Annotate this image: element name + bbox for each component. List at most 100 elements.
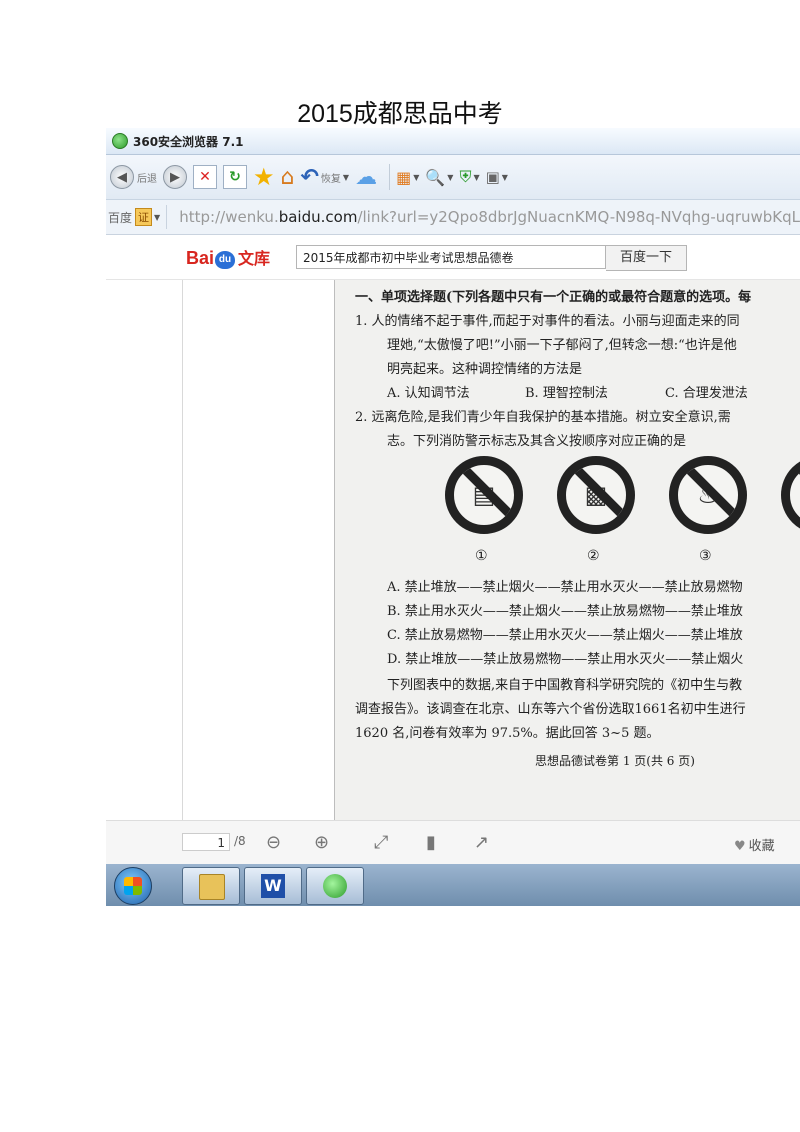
logo-text-right: 文库 — [238, 251, 271, 268]
question-1-line-3: 明亮起来。这种调控情绪的方法是 — [387, 362, 583, 377]
apps-button[interactable]: ▦ ▼ — [396, 162, 419, 192]
taskbar-wps[interactable]: W — [244, 867, 302, 905]
search-engine-selector[interactable]: 百度 证 ▼ — [108, 205, 168, 229]
question-1-line-2: 理她,“太傲慢了吧!”小丽一下子郁闷了,但转念一想:“也许是他 — [387, 338, 737, 353]
sign-label-2: ② — [587, 548, 600, 564]
chevron-down-icon: ▼ — [447, 172, 454, 182]
chevron-down-icon: ▼ — [413, 172, 420, 182]
page-footer: 思想品德试卷第 1 页(共 6 页) — [535, 754, 695, 768]
browser-toolbar: ◀ 后退 ▶ ✕ ↻ ★ ⌂ ↶ 恢复 ▼ ☁ ▦ ▼ 🔍 ▼ ⛨ ▼ ▣ ▼ — [106, 155, 800, 200]
question-1-line-1: 1. 人的情绪不起于事件,而起于对事件的看法。小丽与迎面走来的同 — [355, 314, 740, 329]
favorite-label: 收藏 — [748, 839, 775, 854]
document-viewer: 一、单项选择题(下列各题中只有一个正确的或最符合题意的选项。每 1. 人的情绪不… — [106, 280, 800, 820]
section-heading: 一、单项选择题(下列各题中只有一个正确的或最符合题意的选项。每 — [355, 290, 752, 305]
apps-grid-icon: ▦ — [396, 167, 412, 187]
chevron-down-icon: ▼ — [473, 172, 480, 182]
question-2-line-2: 志。下列消防警示标志及其含义按顺序对应正确的是 — [387, 434, 687, 449]
undo-label: 恢复 — [320, 173, 341, 185]
share-icon[interactable]: ↗ — [474, 832, 489, 853]
title-bar: 360安全浏览器 7.1 — [106, 128, 800, 155]
baidu-wenku-header: Bai du 文库 2015年成都市初中毕业考试思想品德卷 百度一下 — [106, 235, 800, 280]
question-2-line-1: 2. 远离危险,是我们青少年自我保护的基本措施。树立安全意识,需 — [355, 410, 731, 425]
partial-sign — [781, 456, 800, 534]
question-1-option-c: C. 合理发泄法 — [665, 386, 748, 401]
zoom-in-icon[interactable]: ⊕ — [314, 832, 329, 853]
search-engine-label: 百度 — [108, 210, 133, 225]
chevron-down-icon: ▼ — [154, 212, 161, 222]
toolbar-divider — [389, 164, 391, 190]
question-2-option-a: A. 禁止堆放——禁止烟火——禁止用水灭火——禁止放易燃物 — [387, 580, 743, 595]
back-label: 后退 — [137, 173, 157, 185]
refresh-icon: ↻ — [223, 165, 247, 189]
sign-label-3: ③ — [699, 548, 712, 564]
question-1-option-a: A. 认知调节法 — [387, 386, 470, 401]
browser-screenshot: 360安全浏览器 7.1 ◀ 后退 ▶ ✕ ↻ ★ ⌂ ↶ 恢复 ▼ ☁ ▦ ▼… — [106, 128, 800, 906]
paragraph-line-2: 调查报告》。该调查在北京、山东等六个省份选取1661名初中生进行 — [355, 702, 746, 717]
star-icon: ★ — [253, 163, 275, 191]
screenshot-button[interactable]: ▣ ▼ — [486, 162, 508, 192]
url-path: /link?url=y2Qpo8dbrJgNuacnKMQ-N98q-NVqhg… — [357, 208, 800, 226]
chevron-down-icon: ▼ — [501, 172, 508, 182]
prohibition-slash — [793, 465, 800, 525]
browser-logo-icon — [112, 133, 128, 149]
undo-close-button[interactable]: ↶ 恢复 ▼ — [300, 162, 349, 192]
paw-icon: du — [215, 251, 236, 269]
question-2-option-d: D. 禁止堆放——禁止放易燃物——禁止用水灭火——禁止烟火 — [387, 652, 744, 667]
image-icon: ▣ — [485, 168, 500, 186]
window-title: 360安全浏览器 7.1 — [133, 134, 244, 149]
chevron-down-icon: ▼ — [342, 172, 350, 182]
document-title: 2015成都思品中考 — [297, 100, 503, 128]
forward-button[interactable]: ▶ — [163, 162, 187, 192]
back-arrow-icon: ◀ — [110, 165, 134, 189]
zoom-out-icon[interactable]: ⊖ — [266, 832, 281, 853]
cloud-button[interactable]: ☁ — [355, 162, 377, 192]
taskbar-explorer[interactable] — [182, 867, 240, 905]
baidu-wenku-logo[interactable]: Bai du 文库 — [186, 245, 270, 269]
browser-icon — [323, 874, 347, 898]
home-button[interactable]: ⌂ — [281, 162, 295, 192]
forward-arrow-icon: ▶ — [163, 165, 187, 189]
viewer-toolbar: 1 /8 ⊖ ⊕ ⤢ ▮ ↗ ♥ 收藏 — [106, 820, 800, 865]
start-button[interactable] — [114, 867, 152, 905]
favorites-button[interactable]: ★ — [253, 162, 275, 192]
logo-text-left: Bai — [186, 248, 215, 268]
security-button[interactable]: ⛨ ▼ — [459, 162, 479, 192]
no-flammables-sign: ▩ — [557, 456, 635, 534]
question-1-option-b: B. 理智控制法 — [525, 386, 608, 401]
page-number-input[interactable]: 1 — [182, 833, 230, 851]
folder-icon — [199, 874, 225, 900]
refresh-button[interactable]: ↻ — [223, 162, 247, 192]
certificate-badge: 证 — [135, 208, 153, 226]
heart-icon: ♥ — [734, 839, 746, 854]
bookmark-icon[interactable]: ▮ — [426, 832, 436, 853]
wenku-search-input[interactable]: 2015年成都市初中毕业考试思想品德卷 — [296, 245, 606, 269]
search-icon: 🔍 — [425, 167, 446, 187]
search-tool-button[interactable]: 🔍 ▼ — [425, 162, 453, 192]
wenku-search-button[interactable]: 百度一下 — [606, 245, 687, 271]
sign-label-1: ① — [475, 548, 488, 564]
no-stacking-sign: ▤ — [445, 456, 523, 534]
back-button[interactable]: ◀ 后退 — [110, 162, 157, 192]
url-prefix: http://wenku. — [179, 208, 279, 226]
windows-taskbar: W — [106, 864, 800, 906]
cloud-icon: ☁ — [355, 164, 378, 190]
home-icon: ⌂ — [280, 164, 295, 190]
stop-button[interactable]: ✕ — [193, 162, 217, 192]
taskbar-browser[interactable] — [306, 867, 364, 905]
no-water-extinguish-sign: ♨ — [669, 456, 747, 534]
url-domain: baidu.com — [278, 208, 358, 226]
shield-icon: ⛨ — [459, 167, 472, 186]
fullscreen-icon[interactable]: ⤢ — [374, 832, 388, 853]
question-2-option-b: B. 禁止用水灭火——禁止烟火——禁止放易燃物——禁止堆放 — [387, 604, 743, 619]
page-total: /8 — [234, 834, 246, 848]
url-field[interactable]: http://wenku.baidu.com/link?url=y2Qpo8db… — [179, 208, 800, 226]
question-2-option-c: C. 禁止放易燃物——禁止用水灭火——禁止烟火——禁止堆放 — [387, 628, 743, 643]
paragraph-line-1: 下列图表中的数据,来自于中国教育科学研究院的《初中生与教 — [387, 678, 743, 693]
gutter-divider — [182, 280, 183, 820]
undo-icon: ↶ — [300, 164, 319, 190]
favorite-button[interactable]: ♥ 收藏 — [734, 835, 775, 854]
word-document-icon: W — [261, 874, 285, 898]
stop-icon: ✕ — [193, 165, 217, 189]
address-bar: 百度 证 ▼ http://wenku.baidu.com/link?url=y… — [106, 200, 800, 235]
paragraph-line-3: 1620 名,问卷有效率为 97.5%。据此回答 3~5 题。 — [355, 726, 660, 741]
